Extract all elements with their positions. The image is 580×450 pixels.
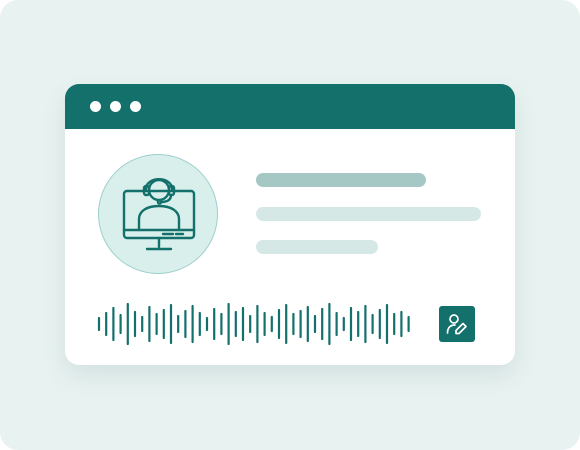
placeholder-line-1 [256, 173, 426, 187]
support-agent-monitor-icon [122, 178, 196, 251]
placeholder-line-2 [256, 207, 481, 221]
audio-waveform-icon [97, 302, 410, 346]
user-edit-icon [446, 314, 467, 335]
window-control-dot-icon[interactable] [110, 101, 121, 112]
window-titlebar [65, 84, 515, 129]
app-window [65, 84, 515, 365]
placeholder-line-3 [256, 240, 378, 254]
window-control-dot-icon[interactable] [130, 101, 141, 112]
window-control-dot-icon[interactable] [90, 101, 101, 112]
edit-profile-button[interactable] [439, 306, 475, 342]
avatar [98, 154, 218, 274]
